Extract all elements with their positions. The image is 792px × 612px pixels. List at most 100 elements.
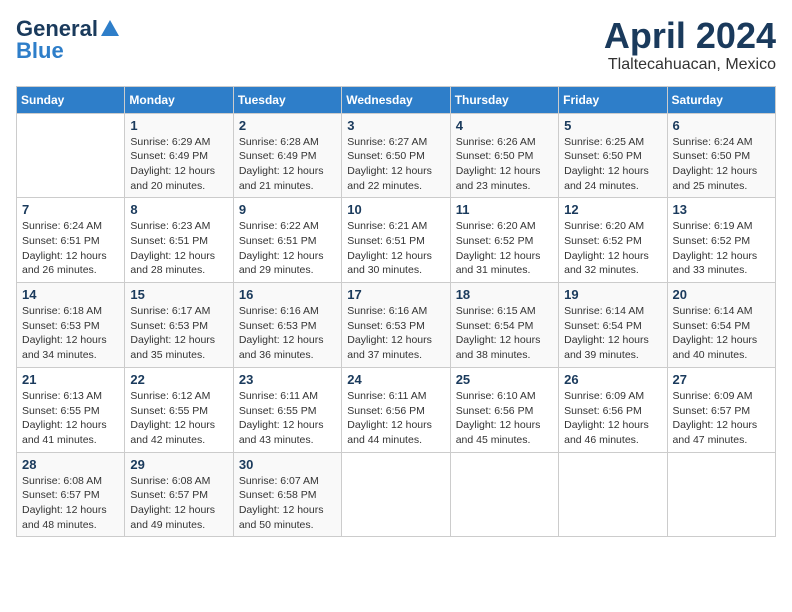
calendar-cell: 12 Sunrise: 6:20 AM Sunset: 6:52 PM Dayli…	[559, 198, 667, 283]
calendar-cell: 13 Sunrise: 6:19 AM Sunset: 6:52 PM Dayli…	[667, 198, 775, 283]
day-info: Sunrise: 6:07 AM Sunset: 6:58 PM Dayligh…	[239, 474, 336, 533]
calendar-cell: 18Sunrise: 6:15 AM Sunset: 6:54 PM Dayli…	[450, 283, 558, 368]
day-info: Sunrise: 6:17 AM Sunset: 6:53 PM Dayligh…	[130, 304, 227, 363]
day-info: Sunrise: 6:10 AM Sunset: 6:56 PM Dayligh…	[456, 389, 553, 448]
calendar-table: SundayMondayTuesdayWednesdayThursdayFrid…	[16, 86, 776, 538]
header: General Blue April 2024 Tlaltecahuacan, …	[16, 16, 776, 74]
calendar-cell: 6 Sunrise: 6:24 AM Sunset: 6:50 PM Daylig…	[667, 113, 775, 198]
calendar-cell: 17 Sunrise: 6:16 AM Sunset: 6:53 PM Dayli…	[342, 283, 450, 368]
calendar-cell: 21 Sunrise: 6:13 AM Sunset: 6:55 PM Dayli…	[17, 367, 125, 452]
day-number: 2	[239, 118, 336, 133]
day-number: 22	[130, 372, 227, 387]
day-number: 6	[673, 118, 770, 133]
calendar-cell: 24 Sunrise: 6:11 AM Sunset: 6:56 PM Dayli…	[342, 367, 450, 452]
day-info: Sunrise: 6:22 AM Sunset: 6:51 PM Dayligh…	[239, 219, 336, 278]
day-number: 13	[673, 202, 770, 217]
logo: General Blue	[16, 16, 122, 64]
day-info: Sunrise: 6:14 AM Sunset: 6:54 PM Dayligh…	[564, 304, 661, 363]
day-info: Sunrise: 6:08 AM Sunset: 6:57 PM Dayligh…	[130, 474, 227, 533]
calendar-cell: 11Sunrise: 6:20 AM Sunset: 6:52 PM Dayli…	[450, 198, 558, 283]
day-info: Sunrise: 6:12 AM Sunset: 6:55 PM Dayligh…	[130, 389, 227, 448]
day-header-saturday: Saturday	[667, 86, 775, 113]
day-header-monday: Monday	[125, 86, 233, 113]
day-info: Sunrise: 6:19 AM Sunset: 6:52 PM Dayligh…	[673, 219, 770, 278]
location-title: Tlaltecahuacan, Mexico	[604, 56, 776, 74]
day-number: 15	[130, 287, 227, 302]
calendar-cell	[450, 452, 558, 537]
calendar-cell: 23 Sunrise: 6:11 AM Sunset: 6:55 PM Dayli…	[233, 367, 341, 452]
day-info: Sunrise: 6:23 AM Sunset: 6:51 PM Dayligh…	[130, 219, 227, 278]
day-number: 21	[22, 372, 119, 387]
day-header-thursday: Thursday	[450, 86, 558, 113]
calendar-cell: 25 Sunrise: 6:10 AM Sunset: 6:56 PM Dayli…	[450, 367, 558, 452]
day-number: 1	[130, 118, 227, 133]
calendar-cell: 26 Sunrise: 6:09 AM Sunset: 6:56 PM Dayli…	[559, 367, 667, 452]
calendar-cell: 15 Sunrise: 6:17 AM Sunset: 6:53 PM Dayli…	[125, 283, 233, 368]
title-block: April 2024 Tlaltecahuacan, Mexico	[604, 16, 776, 74]
calendar-cell: 28 Sunrise: 6:08 AM Sunset: 6:57 PM Dayli…	[17, 452, 125, 537]
day-number: 20	[673, 287, 770, 302]
day-info: Sunrise: 6:24 AM Sunset: 6:51 PM Dayligh…	[22, 219, 119, 278]
day-info: Sunrise: 6:16 AM Sunset: 6:53 PM Dayligh…	[347, 304, 444, 363]
day-info: Sunrise: 6:09 AM Sunset: 6:57 PM Dayligh…	[673, 389, 770, 448]
day-info: Sunrise: 6:20 AM Sunset: 6:52 PM Dayligh…	[564, 219, 661, 278]
day-info: Sunrise: 6:21 AM Sunset: 6:51 PM Dayligh…	[347, 219, 444, 278]
day-info: Sunrise: 6:08 AM Sunset: 6:57 PM Dayligh…	[22, 474, 119, 533]
day-number: 3	[347, 118, 444, 133]
day-number: 8	[130, 202, 227, 217]
day-info: Sunrise: 6:28 AM Sunset: 6:49 PM Dayligh…	[239, 135, 336, 194]
calendar-cell: 3 Sunrise: 6:27 AM Sunset: 6:50 PM Daylig…	[342, 113, 450, 198]
day-header-sunday: Sunday	[17, 86, 125, 113]
day-info: Sunrise: 6:11 AM Sunset: 6:56 PM Dayligh…	[347, 389, 444, 448]
calendar-cell: 8 Sunrise: 6:23 AM Sunset: 6:51 PM Daylig…	[125, 198, 233, 283]
day-info: Sunrise: 6:27 AM Sunset: 6:50 PM Dayligh…	[347, 135, 444, 194]
day-number: 28	[22, 457, 119, 472]
day-number: 12	[564, 202, 661, 217]
day-info: Sunrise: 6:15 AM Sunset: 6:54 PM Dayligh…	[456, 304, 553, 363]
month-title: April 2024	[604, 16, 776, 56]
day-info: Sunrise: 6:20 AM Sunset: 6:52 PM Dayligh…	[456, 219, 553, 278]
day-info: Sunrise: 6:11 AM Sunset: 6:55 PM Dayligh…	[239, 389, 336, 448]
day-info: Sunrise: 6:18 AM Sunset: 6:53 PM Dayligh…	[22, 304, 119, 363]
calendar-cell: 19 Sunrise: 6:14 AM Sunset: 6:54 PM Dayli…	[559, 283, 667, 368]
calendar-cell: 7Sunrise: 6:24 AM Sunset: 6:51 PM Daylig…	[17, 198, 125, 283]
calendar-cell: 16 Sunrise: 6:16 AM Sunset: 6:53 PM Dayli…	[233, 283, 341, 368]
calendar-cell: 29 Sunrise: 6:08 AM Sunset: 6:57 PM Dayli…	[125, 452, 233, 537]
calendar-cell: 14Sunrise: 6:18 AM Sunset: 6:53 PM Dayli…	[17, 283, 125, 368]
week-row-4: 21 Sunrise: 6:13 AM Sunset: 6:55 PM Dayli…	[17, 367, 776, 452]
day-number: 9	[239, 202, 336, 217]
day-number: 5	[564, 118, 661, 133]
week-row-5: 28 Sunrise: 6:08 AM Sunset: 6:57 PM Dayli…	[17, 452, 776, 537]
calendar-cell: 20Sunrise: 6:14 AM Sunset: 6:54 PM Dayli…	[667, 283, 775, 368]
day-info: Sunrise: 6:26 AM Sunset: 6:50 PM Dayligh…	[456, 135, 553, 194]
day-number: 19	[564, 287, 661, 302]
day-number: 16	[239, 287, 336, 302]
calendar-header-row: SundayMondayTuesdayWednesdayThursdayFrid…	[17, 86, 776, 113]
day-info: Sunrise: 6:13 AM Sunset: 6:55 PM Dayligh…	[22, 389, 119, 448]
day-number: 10	[347, 202, 444, 217]
logo-icon	[99, 18, 121, 40]
day-number: 24	[347, 372, 444, 387]
calendar-cell: 2 Sunrise: 6:28 AM Sunset: 6:49 PM Daylig…	[233, 113, 341, 198]
day-number: 26	[564, 372, 661, 387]
calendar-cell: 30 Sunrise: 6:07 AM Sunset: 6:58 PM Dayli…	[233, 452, 341, 537]
day-info: Sunrise: 6:25 AM Sunset: 6:50 PM Dayligh…	[564, 135, 661, 194]
calendar-cell: 22 Sunrise: 6:12 AM Sunset: 6:55 PM Dayli…	[125, 367, 233, 452]
day-info: Sunrise: 6:09 AM Sunset: 6:56 PM Dayligh…	[564, 389, 661, 448]
day-info: Sunrise: 6:24 AM Sunset: 6:50 PM Dayligh…	[673, 135, 770, 194]
week-row-3: 14Sunrise: 6:18 AM Sunset: 6:53 PM Dayli…	[17, 283, 776, 368]
day-info: Sunrise: 6:16 AM Sunset: 6:53 PM Dayligh…	[239, 304, 336, 363]
day-number: 4	[456, 118, 553, 133]
day-number: 23	[239, 372, 336, 387]
day-info: Sunrise: 6:29 AM Sunset: 6:49 PM Dayligh…	[130, 135, 227, 194]
calendar-cell	[17, 113, 125, 198]
day-header-friday: Friday	[559, 86, 667, 113]
calendar-cell	[559, 452, 667, 537]
calendar-cell	[342, 452, 450, 537]
day-number: 25	[456, 372, 553, 387]
calendar-cell: 27Sunrise: 6:09 AM Sunset: 6:57 PM Dayli…	[667, 367, 775, 452]
week-row-2: 7Sunrise: 6:24 AM Sunset: 6:51 PM Daylig…	[17, 198, 776, 283]
day-number: 17	[347, 287, 444, 302]
day-number: 29	[130, 457, 227, 472]
day-number: 30	[239, 457, 336, 472]
